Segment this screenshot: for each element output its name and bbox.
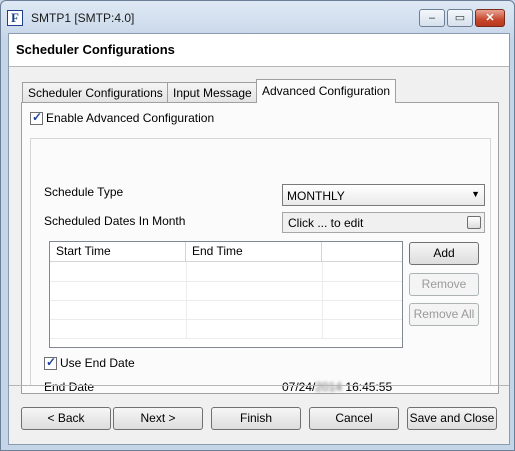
cancel-button[interactable]: Cancel	[309, 407, 399, 430]
advanced-configuration-panel: ✓ Enable Advanced Configuration Schedule…	[21, 102, 499, 394]
checkmark-icon: ✓	[32, 110, 43, 124]
tab-scheduler-configurations[interactable]: Scheduler Configurations	[22, 82, 169, 102]
dropdown-arrow-icon: ▼	[471, 189, 480, 199]
remove-button[interactable]: Remove	[409, 273, 479, 296]
tab-advanced-configuration[interactable]: Advanced Configuration	[256, 79, 397, 103]
table-header: Start Time End Time	[50, 242, 402, 262]
maximize-button[interactable]: ▭	[447, 9, 473, 27]
minimize-button[interactable]: ‒	[419, 9, 445, 27]
time-table[interactable]: Start Time End Time	[49, 241, 403, 348]
page-title: Scheduler Configurations	[16, 42, 175, 57]
enable-advanced-label: Enable Advanced Configuration	[46, 111, 215, 125]
column-start-time[interactable]: Start Time	[50, 242, 186, 261]
dialog-window: F SMTP1 [SMTP:4.0] ‒ ▭ ✕ Scheduler Confi…	[0, 0, 515, 451]
table-row	[50, 300, 402, 320]
close-button[interactable]: ✕	[475, 9, 505, 27]
scheduled-dates-value: Click ... to edit	[288, 216, 364, 230]
end-date-time: 16:45:55	[342, 380, 393, 394]
window-title: SMTP1 [SMTP:4.0]	[31, 11, 135, 25]
add-button[interactable]: Add	[409, 242, 479, 265]
end-date-year-obscured: 2014	[315, 380, 343, 394]
table-row	[50, 319, 402, 339]
tab-input-message[interactable]: Input Message	[167, 82, 258, 102]
end-date-value: 07/24/2014 16:45:55	[282, 380, 392, 394]
end-date-label: End Date	[44, 380, 95, 394]
remove-all-button[interactable]: Remove All	[409, 303, 479, 326]
end-date-prefix: 07/24/	[282, 380, 316, 394]
scheduled-dates-label: Scheduled Dates In Month	[44, 214, 186, 228]
schedule-type-label: Schedule Type	[44, 185, 124, 199]
next-button[interactable]: Next >	[113, 407, 203, 430]
footer-separator	[9, 385, 509, 386]
title-bar[interactable]: F SMTP1 [SMTP:4.0] ‒ ▭ ✕	[1, 1, 514, 33]
app-icon: F	[7, 10, 23, 26]
checkmark-icon: ✓	[46, 355, 57, 369]
dialog-client: Scheduler Configurations Scheduler Confi…	[8, 33, 510, 445]
schedule-type-value: MONTHLY	[287, 189, 345, 203]
finish-button[interactable]: Finish	[211, 407, 301, 430]
page-header: Scheduler Configurations	[9, 34, 509, 67]
column-filler	[322, 242, 402, 261]
save-and-close-button[interactable]: Save and Close	[407, 407, 497, 430]
back-button[interactable]: < Back	[21, 407, 111, 430]
scheduled-dates-field[interactable]: Click ... to edit	[282, 212, 485, 233]
use-end-date-checkbox[interactable]: ✓	[44, 355, 57, 370]
table-row	[50, 262, 402, 282]
use-end-date-label: Use End Date	[60, 356, 135, 370]
table-row	[50, 281, 402, 301]
edit-dates-button[interactable]	[467, 216, 481, 229]
column-end-time[interactable]: End Time	[186, 242, 322, 261]
enable-advanced-checkbox[interactable]: ✓	[30, 110, 43, 125]
schedule-type-select[interactable]: MONTHLY ▼	[282, 184, 485, 206]
